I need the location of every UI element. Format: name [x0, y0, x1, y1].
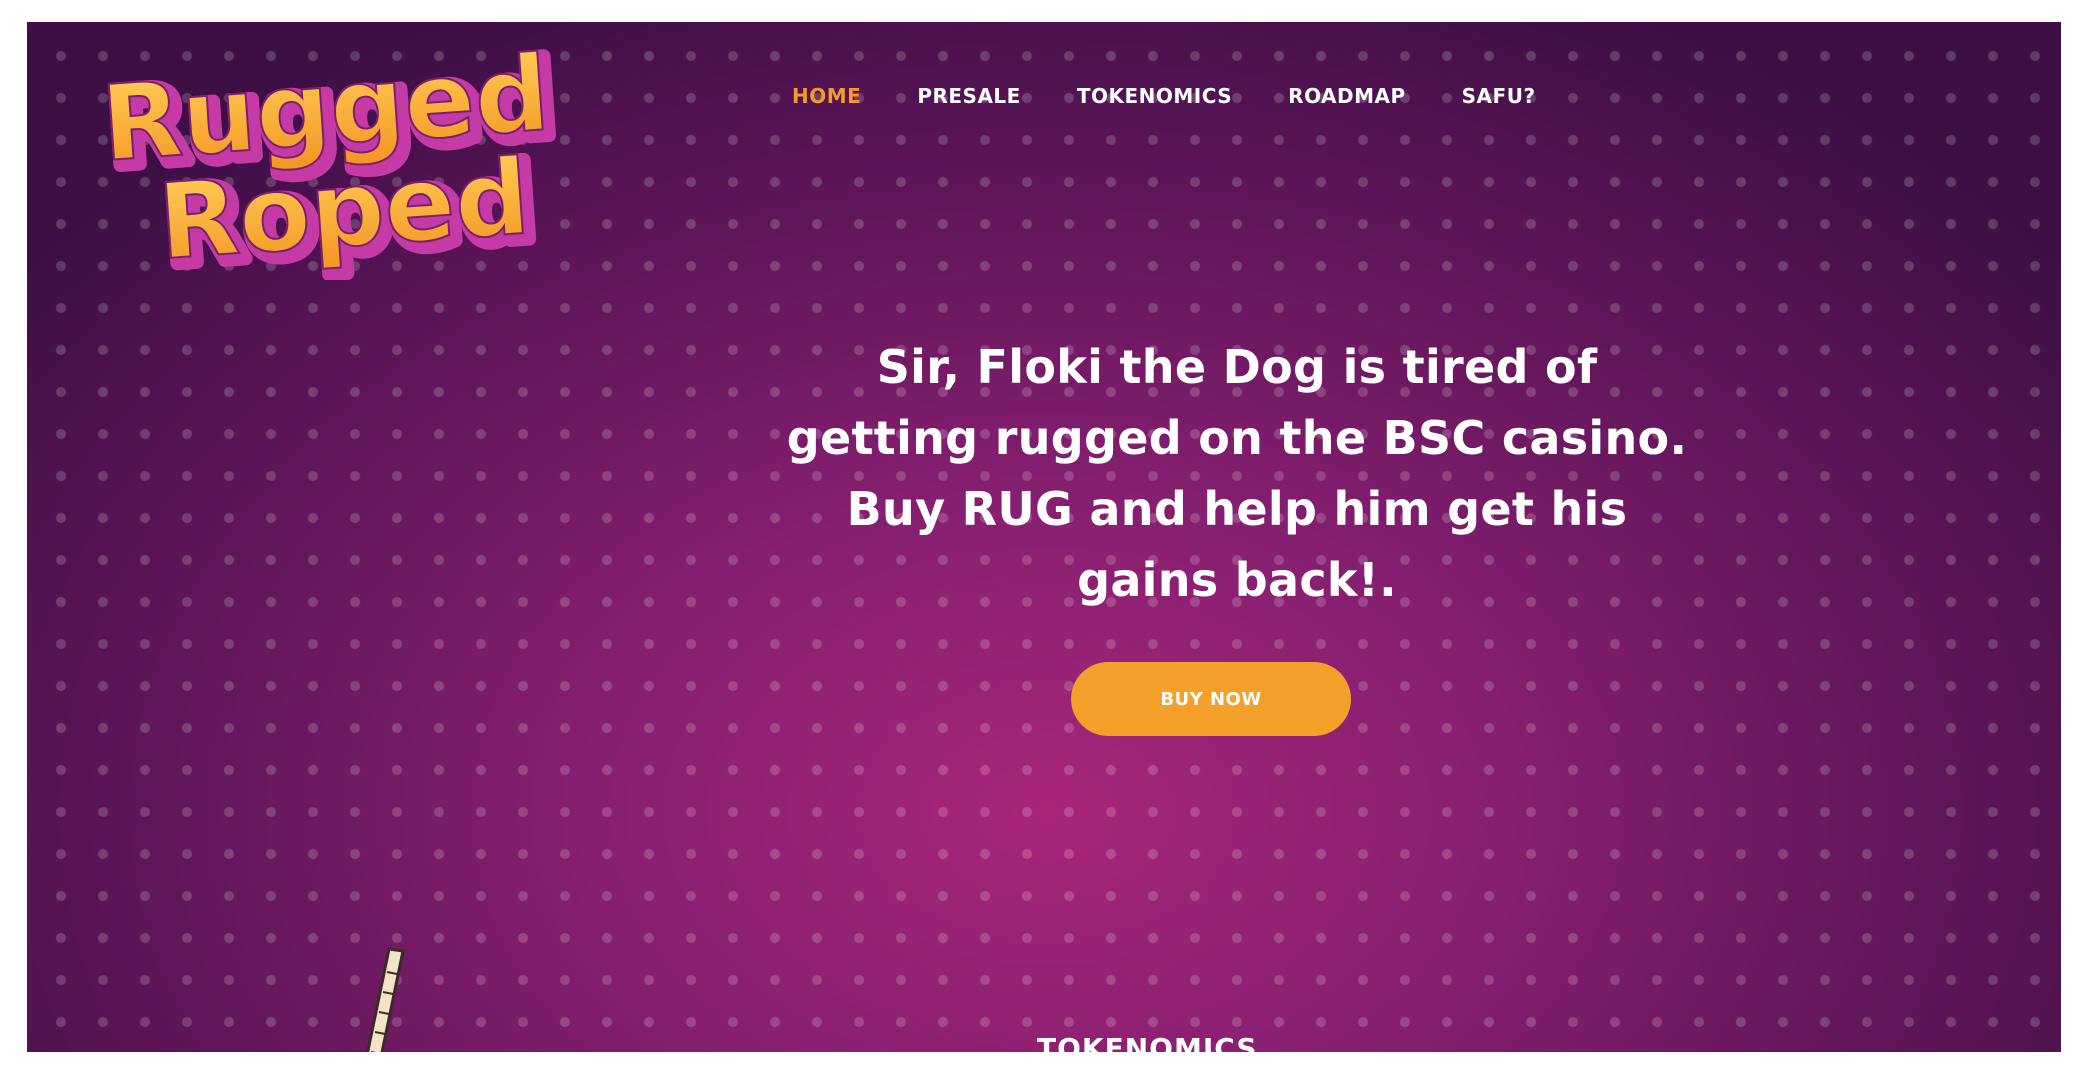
nav-tokenomics[interactable]: TOKENOMICS — [1077, 84, 1232, 108]
tokenomics-section-heading: TOKENOMICS — [1037, 1032, 1258, 1052]
hero-line-2: getting rugged on the BSC casino. — [786, 411, 1688, 465]
buy-now-button[interactable]: BUY NOW — [1071, 662, 1351, 736]
nav-presale[interactable]: PRESALE — [917, 84, 1021, 108]
hero-line-3: Buy RUG and help him get his — [846, 482, 1628, 536]
page-viewport: Rugged Rugged Roped Roped HOME PRESALE T… — [27, 22, 2061, 1052]
site-logo[interactable]: Rugged Rugged Roped Roped — [75, 40, 595, 280]
hero-line-4: gains back!. — [1077, 553, 1397, 607]
nav-safu[interactable]: SAFU? — [1462, 84, 1536, 108]
logo-line2: Roped — [155, 136, 534, 280]
rope-post-illustration — [366, 947, 405, 1052]
browser-frame: Rugged Rugged Roped Roped HOME PRESALE T… — [0, 0, 2079, 1065]
hero-line-1: Sir, Floki the Dog is tired of — [876, 340, 1598, 394]
nav-home[interactable]: HOME — [792, 84, 861, 108]
hero-headline: Sir, Floki the Dog is tired of getting r… — [717, 332, 1757, 616]
nav-roadmap[interactable]: ROADMAP — [1288, 84, 1405, 108]
main-nav: HOME PRESALE TOKENOMICS ROADMAP SAFU? — [792, 84, 1536, 108]
logo-graphic: Rugged Rugged Roped Roped — [97, 40, 567, 280]
